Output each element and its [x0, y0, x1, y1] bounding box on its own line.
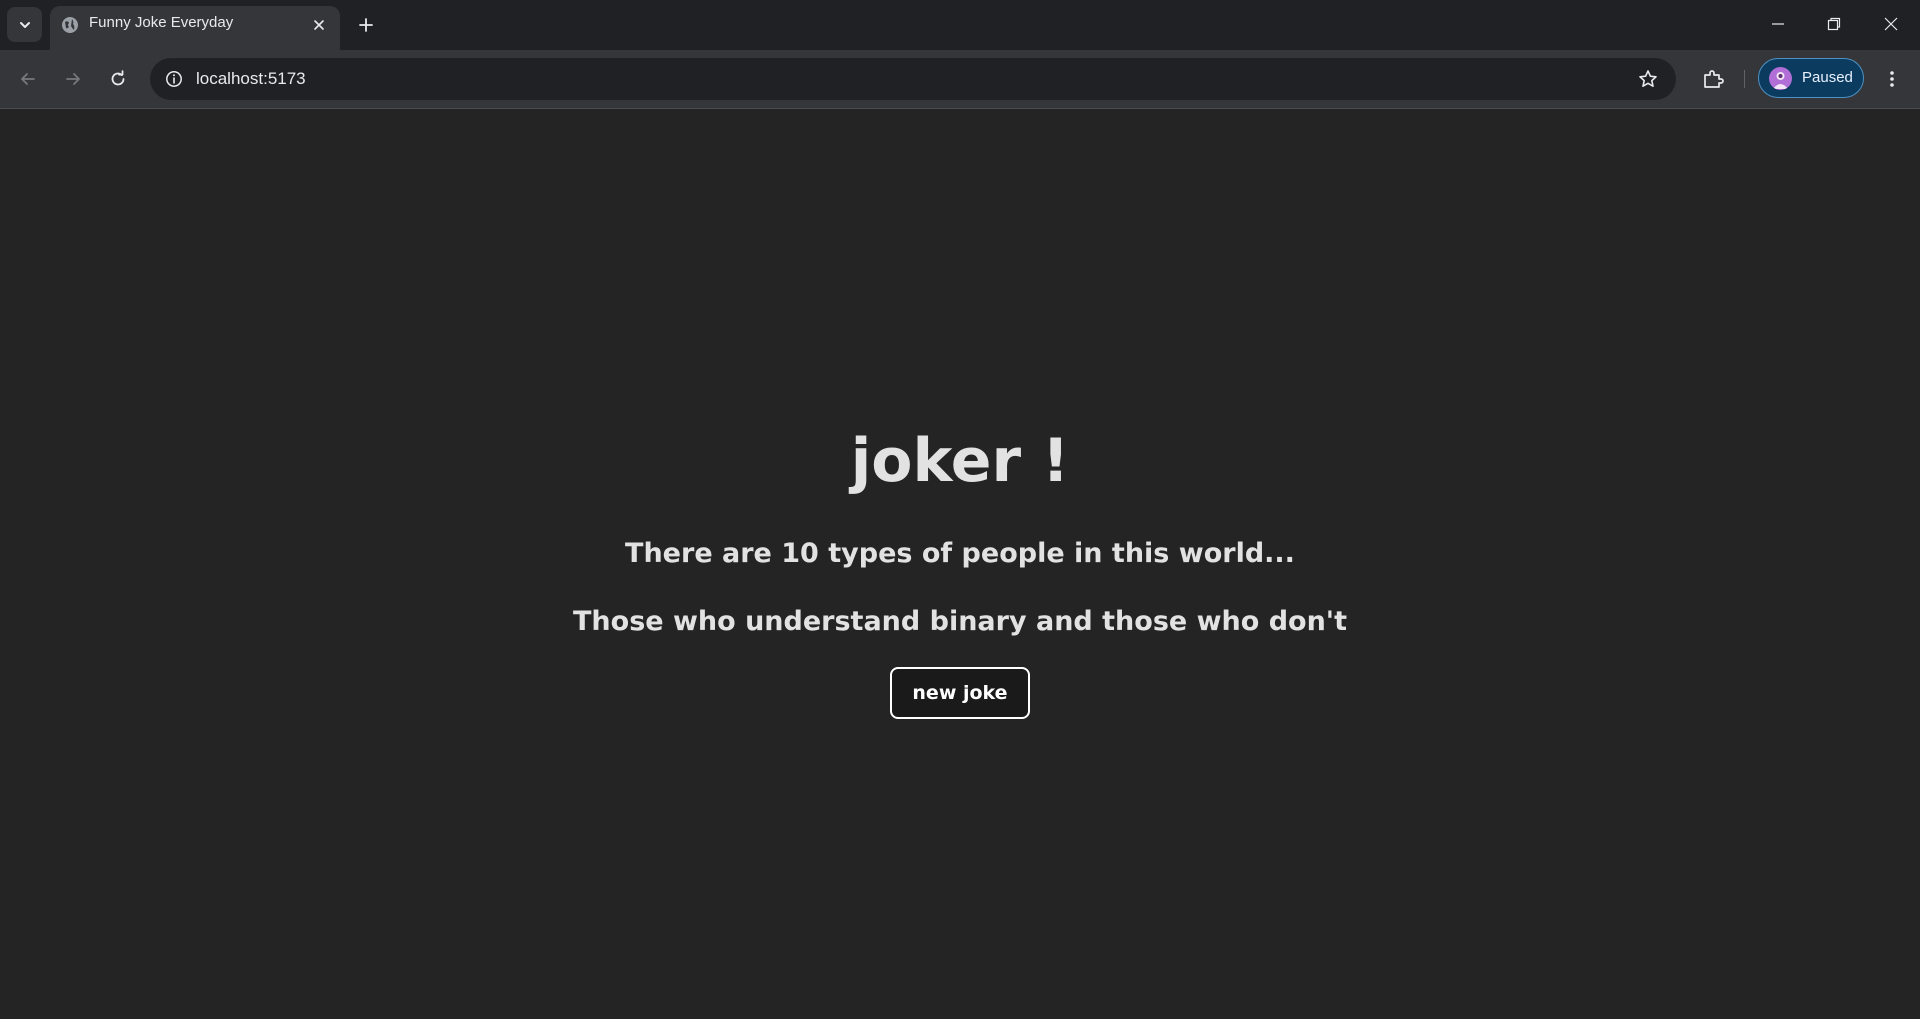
- address-bar[interactable]: localhost:5173: [150, 58, 1676, 100]
- browser-toolbar: localhost:5173 Paused: [0, 50, 1920, 109]
- tab-title: Funny Joke Everyday: [89, 14, 234, 31]
- plus-icon: [359, 18, 373, 32]
- new-joke-button[interactable]: new joke: [890, 667, 1030, 719]
- page-viewport: joker ! There are 10 types of people in …: [0, 109, 1920, 1019]
- star-icon: [1639, 70, 1657, 87]
- tab-strip: Funny Joke Everyday: [0, 0, 1920, 50]
- chevron-down-icon: [19, 21, 30, 28]
- bookmark-button[interactable]: [1634, 65, 1662, 93]
- back-button[interactable]: [11, 62, 45, 96]
- close-icon: [314, 20, 324, 30]
- toolbar-divider: [1744, 70, 1745, 88]
- browser-menu-button[interactable]: [1875, 62, 1909, 96]
- site-info-button[interactable]: [160, 65, 188, 93]
- url-text[interactable]: localhost:5173: [196, 69, 306, 89]
- joke-container: joker ! There are 10 types of people in …: [0, 428, 1920, 719]
- avatar-icon: [1773, 72, 1788, 89]
- more-vertical-icon: [1890, 71, 1894, 87]
- joke-punchline: Those who understand binary and those wh…: [573, 606, 1347, 637]
- arrow-right-icon: [66, 73, 80, 85]
- minimize-icon: [1772, 23, 1784, 25]
- info-icon: [166, 71, 182, 87]
- forward-button[interactable]: [56, 62, 90, 96]
- tab-search-button[interactable]: [7, 7, 42, 42]
- reload-icon: [111, 70, 125, 86]
- reload-button[interactable]: [101, 62, 135, 96]
- joke-setup: There are 10 types of people in this wor…: [625, 538, 1295, 569]
- arrow-left-icon: [21, 73, 35, 85]
- page-title: joker !: [850, 426, 1070, 496]
- globe-icon: [60, 15, 80, 35]
- extensions-button[interactable]: [1696, 62, 1730, 96]
- profile-status-label: Paused: [1802, 69, 1853, 86]
- restore-button[interactable]: [1806, 0, 1862, 48]
- profile-button[interactable]: Paused: [1758, 58, 1864, 98]
- restore-icon: [1827, 17, 1841, 31]
- window-close-button[interactable]: [1863, 0, 1919, 48]
- tab-close-button[interactable]: [307, 13, 331, 37]
- puzzle-icon: [1704, 70, 1724, 88]
- close-icon: [1884, 17, 1898, 31]
- avatar: [1769, 67, 1792, 90]
- minimize-button[interactable]: [1750, 0, 1806, 48]
- new-tab-button[interactable]: [351, 10, 381, 40]
- browser-window: Funny Joke Everyday localhost:5173 Pause…: [0, 0, 1920, 1019]
